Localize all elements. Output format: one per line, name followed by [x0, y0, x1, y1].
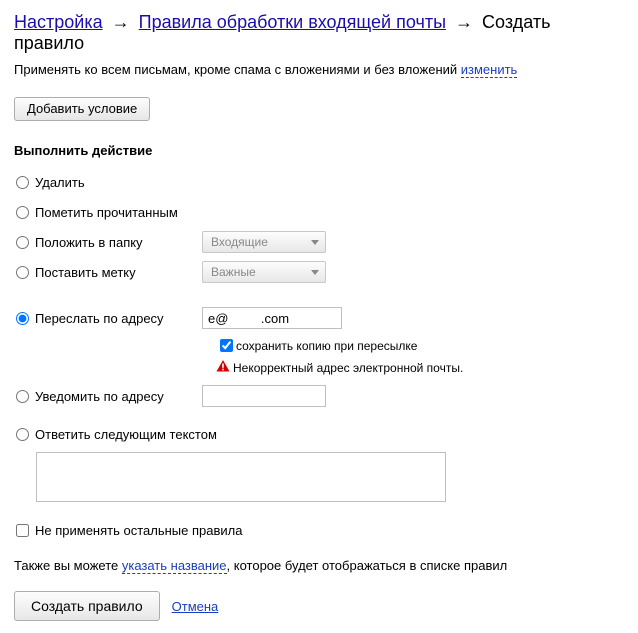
- option-forward-label[interactable]: Переслать по адресу: [35, 311, 164, 326]
- set-name-link[interactable]: указать название: [122, 558, 227, 574]
- breadcrumb: Настройка → Правила обработки входящей п…: [14, 12, 624, 54]
- label-select-value: Важные: [211, 265, 256, 279]
- warning-icon: [216, 359, 230, 376]
- option-set-label-row: Поставить метку Важные: [14, 260, 624, 284]
- option-notify-label[interactable]: Уведомить по адресу: [35, 389, 164, 404]
- option-set-label-label[interactable]: Поставить метку: [35, 265, 136, 280]
- add-condition-button[interactable]: Добавить условие: [14, 97, 150, 121]
- notify-address-input[interactable]: [202, 385, 326, 407]
- keep-copy-label[interactable]: сохранить копию при пересылке: [236, 339, 417, 353]
- option-move-folder-row: Положить в папку Входящие: [14, 230, 624, 254]
- arrow-icon: →: [112, 12, 130, 32]
- reply-textarea[interactable]: [36, 452, 446, 502]
- option-delete-radio[interactable]: [16, 176, 29, 189]
- forward-sub-block: сохранить копию при пересылке Некорректн…: [216, 336, 624, 376]
- form-actions: Создать правило Отмена: [14, 591, 624, 621]
- option-forward-row: Переслать по адресу: [14, 306, 624, 330]
- apply-scope-prefix: Применять ко всем письмам, кроме спама с…: [14, 62, 461, 77]
- folder-select-value: Входящие: [211, 235, 268, 249]
- name-hint-prefix: Также вы можете: [14, 558, 122, 573]
- option-notify-radio[interactable]: [16, 390, 29, 403]
- name-hint-suffix: , которое будет отображаться в списке пр…: [227, 558, 508, 573]
- create-rule-button[interactable]: Создать правило: [14, 591, 160, 621]
- option-delete-label[interactable]: Удалить: [35, 175, 85, 190]
- name-hint-line: Также вы можете указать название, которо…: [14, 558, 624, 573]
- keep-copy-checkbox[interactable]: [220, 339, 233, 352]
- option-reply-row: Ответить следующим текстом: [14, 422, 624, 502]
- no-other-rules-checkbox[interactable]: [16, 524, 29, 537]
- option-move-folder-label[interactable]: Положить в папку: [35, 235, 143, 250]
- no-other-rules-label[interactable]: Не применять остальные правила: [35, 523, 242, 538]
- option-forward-radio[interactable]: [16, 312, 29, 325]
- forward-address-input[interactable]: [202, 307, 342, 329]
- chevron-down-icon: [311, 270, 319, 275]
- change-scope-link[interactable]: изменить: [461, 62, 518, 78]
- option-notify-row: Уведомить по адресу: [14, 384, 624, 408]
- folder-select[interactable]: Входящие: [202, 231, 326, 253]
- option-mark-read-row: Пометить прочитанным: [14, 200, 624, 224]
- apply-scope-text: Применять ко всем письмам, кроме спама с…: [14, 62, 624, 77]
- breadcrumb-rules-link[interactable]: Правила обработки входящей почты: [139, 12, 446, 32]
- label-select[interactable]: Важные: [202, 261, 326, 283]
- cancel-link[interactable]: Отмена: [172, 599, 219, 614]
- option-delete-row: Удалить: [14, 170, 624, 194]
- option-reply-radio[interactable]: [16, 428, 29, 441]
- option-reply-label[interactable]: Ответить следующим текстом: [35, 427, 217, 442]
- arrow-icon: →: [455, 12, 473, 32]
- option-set-label-radio[interactable]: [16, 266, 29, 279]
- option-mark-read-radio[interactable]: [16, 206, 29, 219]
- chevron-down-icon: [311, 240, 319, 245]
- no-other-rules-row: Не применять остальные правила: [14, 518, 624, 542]
- action-section-title: Выполнить действие: [14, 143, 624, 158]
- option-mark-read-label[interactable]: Пометить прочитанным: [35, 205, 178, 220]
- option-move-folder-radio[interactable]: [16, 236, 29, 249]
- forward-error-text: Некорректный адрес электронной почты.: [233, 361, 463, 375]
- breadcrumb-settings-link[interactable]: Настройка: [14, 12, 103, 32]
